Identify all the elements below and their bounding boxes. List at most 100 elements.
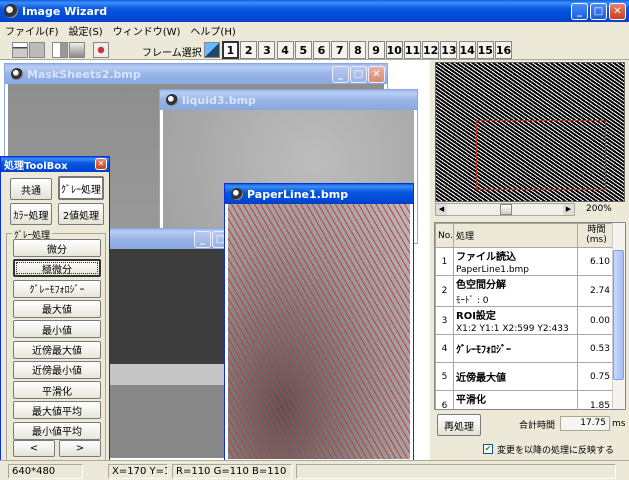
app-title: Image Wizard: [22, 4, 108, 18]
frame-button-3[interactable]: 3: [258, 41, 276, 59]
masksheets-title: MaskSheets2.bmp: [27, 67, 141, 81]
masksheets-maximize-icon[interactable]: □: [350, 66, 367, 83]
process-row[interactable]: 1 ファイル読込 PaperLine1.bmp 6.10: [435, 247, 614, 276]
masksheets-minimize-icon[interactable]: _: [332, 66, 349, 83]
liquid-title-bar[interactable]: liquid3.bmp: [160, 90, 417, 110]
process-row-time: 6.10: [577, 247, 614, 276]
masksheets-title-bar[interactable]: MaskSheets2.bmp _ □ ✕: [5, 64, 387, 84]
category-common[interactable]: 共通: [10, 178, 52, 200]
process-row[interactable]: 6平滑化 ﾓｰﾄﾞ : 11.85: [435, 390, 614, 409]
frame-button-2[interactable]: 2: [240, 41, 258, 59]
process-row-param: ﾓｰﾄﾞ : 0: [456, 296, 489, 306]
process-table-body: 1 ファイル読込 PaperLine1.bmp 6.10 2 色空間分解 ﾓｰﾄﾞ : 02…: [435, 247, 614, 409]
menu-bar: ファイル(F) 設定(S) ウィンドウ(W) ヘルプ(H): [0, 22, 629, 38]
frame-button-7[interactable]: 7: [331, 41, 349, 59]
paperline-title-bar[interactable]: PaperLine1.bmp: [225, 184, 413, 204]
process-row-no: 6: [435, 390, 454, 409]
process-row-name-cell: ｸﾞﾚｰﾓﾌｫﾛｼﾞｰ: [453, 334, 578, 363]
process-row[interactable]: 5 近傍最大値 0.75: [435, 362, 614, 391]
total-time-label: 合計時間: [519, 421, 556, 431]
frame-image-icon[interactable]: [204, 42, 220, 58]
category-color[interactable]: ｶﾗｰ処理: [10, 203, 52, 225]
frame-button-13[interactable]: 13: [440, 41, 458, 59]
third-minimize-icon[interactable]: _: [194, 231, 211, 248]
frame-button-1[interactable]: 1: [222, 41, 239, 59]
menu-help[interactable]: ヘルプ(H): [185, 23, 240, 38]
close-icon[interactable]: ✕: [609, 3, 626, 20]
frame-button-10[interactable]: 10: [385, 41, 403, 59]
frame-button-4[interactable]: 4: [276, 41, 294, 59]
frame-button-5[interactable]: 5: [294, 41, 312, 59]
preview-scroll-left-icon[interactable]: ◀: [436, 204, 447, 215]
frame-button-6[interactable]: 6: [313, 41, 330, 59]
process-row-no: 3: [435, 306, 454, 335]
prev-button[interactable]: <: [13, 440, 55, 457]
tool-button-2[interactable]: ｸﾞﾚｰﾓﾌｫﾛｼﾞｰ: [13, 279, 101, 298]
process-row-name-cell: 平滑化 ﾓｰﾄﾞ : 1: [453, 390, 578, 409]
toolbox-title-bar[interactable]: 処理ToolBox ✕: [1, 157, 109, 172]
menu-window[interactable]: ウィンドウ(W): [108, 23, 186, 38]
tool-button-5[interactable]: 近傍最大値: [13, 340, 101, 359]
tool-button-0[interactable]: 微分: [13, 239, 101, 257]
paste-icon[interactable]: [69, 42, 85, 58]
tool-button-4[interactable]: 最小値: [13, 320, 101, 339]
masksheets-close-icon[interactable]: ✕: [368, 66, 385, 83]
menu-file[interactable]: ファイル(F): [0, 23, 64, 38]
process-row[interactable]: 3 ROI設定 X1:2 Y1:1 X2:599 Y2:433 0.00: [435, 306, 614, 335]
liquid-title: liquid3.bmp: [182, 93, 256, 107]
process-row-param: ﾓｰﾄﾞ : 1: [456, 408, 577, 409]
menu-settings[interactable]: 設定(S): [64, 23, 108, 38]
tool-button-3[interactable]: 最大値: [13, 299, 101, 318]
preview-scroll-thumb[interactable]: [500, 204, 512, 215]
save-icon[interactable]: [29, 42, 45, 58]
window-paperline[interactable]: PaperLine1.bmp: [224, 183, 414, 463]
toolbox-close-icon[interactable]: ✕: [95, 158, 107, 170]
open-icon[interactable]: [12, 42, 28, 58]
copy-icon[interactable]: [52, 42, 68, 58]
liquid-icon: [166, 94, 178, 106]
next-button[interactable]: >: [59, 440, 101, 457]
tool-button-9[interactable]: 最小値平均: [13, 421, 101, 440]
process-row-name: ROI設定: [456, 311, 496, 322]
minimize-icon[interactable]: _: [571, 3, 588, 20]
process-row[interactable]: 4 ｸﾞﾚｰﾓﾌｫﾛｼﾞｰ 0.53: [435, 334, 614, 363]
frame-button-12[interactable]: 12: [422, 41, 440, 59]
third-image[interactable]: [108, 249, 228, 458]
process-row-name: ｸﾞﾚｰﾓﾌｫﾛｼﾞｰ: [456, 345, 511, 356]
frame-button-9[interactable]: 9: [367, 41, 385, 59]
third-title-bar[interactable]: _ □: [105, 229, 231, 249]
zoom-level: 200%: [586, 204, 612, 214]
frame-button-8[interactable]: 8: [349, 41, 367, 59]
process-row-param: PaperLine1.bmp: [456, 265, 530, 275]
category-binary[interactable]: 2値処理: [58, 203, 104, 225]
process-row-time: 0.75: [577, 362, 614, 391]
process-row-name: 近傍最大値: [456, 373, 506, 384]
preview-roi-rect: [476, 120, 606, 190]
window-third[interactable]: _ □: [104, 228, 232, 462]
reflect-checkbox[interactable]: ✔: [483, 444, 493, 454]
tool-button-1[interactable]: 極微分: [13, 259, 101, 278]
frame-button-16[interactable]: 16: [495, 41, 512, 59]
frame-select-label: フレーム選択: [142, 48, 202, 59]
tool-button-7[interactable]: 平滑化: [13, 381, 101, 400]
frame-button-14[interactable]: 14: [458, 41, 476, 59]
frame-button-15[interactable]: 15: [476, 41, 494, 59]
status-rgb: R=110 G=110 B=110: [172, 464, 292, 479]
process-row-param: X1:2 Y1:1 X2:599 Y2:433: [456, 324, 569, 334]
category-gray[interactable]: ｸﾞﾚｰ処理: [58, 176, 104, 200]
toolbox-window: 処理ToolBox ✕ 共通 ｸﾞﾚｰ処理 ｶﾗｰ処理 2値処理 ｸﾞﾚｰ処理 …: [0, 156, 110, 464]
settings-icon[interactable]: [93, 42, 109, 58]
process-scroll-thumb[interactable]: [613, 250, 624, 380]
maximize-icon[interactable]: □: [590, 3, 607, 20]
preview-scroll-right-icon[interactable]: ▶: [563, 204, 574, 215]
reprocess-button[interactable]: 再処理: [437, 414, 481, 436]
frame-button-11[interactable]: 11: [404, 41, 421, 59]
process-row[interactable]: 2 色空間分解 ﾓｰﾄﾞ : 0 2.74: [435, 275, 614, 307]
tool-button-6[interactable]: 近傍最小値: [13, 360, 101, 379]
tool-button-8[interactable]: 最大値平均: [13, 401, 101, 420]
process-row-no: 4: [435, 334, 454, 363]
total-time-value: 17.75: [560, 416, 610, 431]
total-time-number: 17.75: [580, 418, 606, 428]
paperline-image[interactable]: [228, 204, 410, 459]
process-table-container: No. 処理 時間 (ms) 1 ファイル読込 PaperLine1.bmp 6.10…: [434, 222, 626, 410]
